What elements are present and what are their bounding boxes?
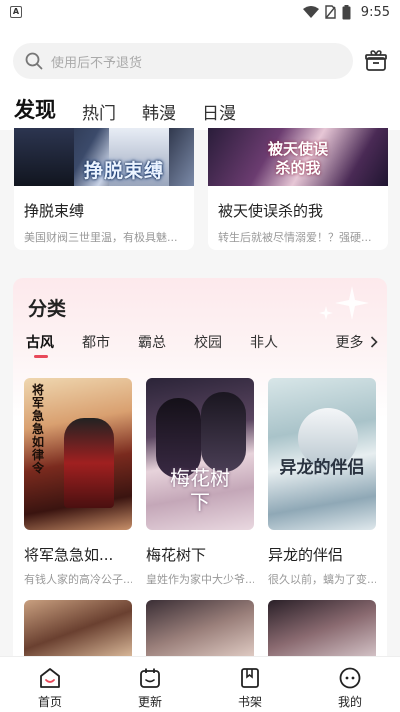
- category-tab-ceo[interactable]: 霸总: [138, 332, 166, 352]
- category-tab-nonhuman[interactable]: 非人: [250, 332, 278, 352]
- category-tab-campus[interactable]: 校园: [194, 332, 222, 352]
- comic-cover[interactable]: [146, 600, 254, 660]
- calendar-icon: [140, 668, 160, 688]
- featured-list: 挣脱束缚 挣脱束缚 美国财阀三世里温，有极具魅... 被天使误杀的我 被天使误杀…: [14, 128, 388, 250]
- tab-hot[interactable]: 热门: [82, 99, 116, 124]
- category-tabs: 古风 都市 霸总 校园 非人 更多: [26, 332, 378, 358]
- sparkle-decoration-icon: [335, 286, 369, 320]
- search-input[interactable]: 使用后不予退货: [13, 43, 353, 79]
- notification-app-icon: A: [10, 6, 22, 18]
- featured-cover-text: 被天使误杀的我: [267, 140, 328, 177]
- category-more-button[interactable]: 更多: [336, 332, 378, 352]
- profile-face-icon: [339, 667, 361, 689]
- battery-icon: [342, 4, 351, 19]
- category-tab-ancient[interactable]: 古风: [26, 332, 54, 358]
- comic-desc: 皇姓作为家中大少爷...: [146, 573, 254, 586]
- comic-title: 将军急急如...: [24, 546, 114, 564]
- header: 使用后不予退货 发现 热门 韩漫 日漫: [0, 24, 400, 132]
- comic-cover-text: 将军急急如律令: [32, 383, 45, 475]
- featured-cover: 被天使误杀的我: [208, 128, 388, 186]
- featured-cover-text: 挣脱束缚: [84, 160, 165, 182]
- nav-updates-label: 更新: [137, 695, 162, 709]
- category-heading: 分类: [28, 298, 67, 320]
- category-panel: 分类 古风 都市 霸总 校园 非人 更多 将军急急如律令 将军急急如... 有钱…: [13, 278, 387, 698]
- featured-cover: 挣脱束缚: [14, 128, 194, 186]
- search-icon: [25, 52, 43, 70]
- nav-home-label: 首页: [37, 695, 62, 709]
- nav-bookshelf[interactable]: 书架: [200, 657, 300, 712]
- featured-card[interactable]: 挣脱束缚 挣脱束缚 美国财阀三世里温，有极具魅...: [14, 128, 194, 250]
- featured-title: 被天使误杀的我: [218, 202, 324, 220]
- comic-cover: 将军急急如律令: [24, 378, 132, 530]
- clock: 9:55: [360, 4, 390, 20]
- featured-desc: 转生后就被尽情溺爱！？强硬...: [218, 231, 372, 244]
- gift-icon[interactable]: [364, 49, 388, 73]
- nav-bookshelf-label: 书架: [237, 695, 262, 709]
- comic-cover: 梅花树下: [146, 378, 254, 530]
- comic-title: 梅花树下: [146, 546, 207, 564]
- more-label: 更多: [335, 335, 364, 351]
- featured-title: 挣脱束缚: [24, 202, 85, 220]
- comic-cover-text: 梅花树下: [170, 466, 230, 514]
- comic-item[interactable]: 将军急急如律令 将军急急如... 有钱人家的高冷公子...: [24, 378, 132, 587]
- comic-cover[interactable]: [268, 600, 376, 660]
- comic-desc: 很久以前，螭为了变...: [268, 573, 376, 586]
- tab-japanese[interactable]: 日漫: [202, 99, 236, 124]
- nav-home[interactable]: 首页: [0, 657, 100, 712]
- comic-title: 异龙的伴侣: [268, 546, 344, 564]
- comic-cover-text: 异龙的伴侣: [279, 458, 365, 478]
- tab-discover[interactable]: 发现: [14, 94, 56, 132]
- wifi-icon: [302, 6, 319, 18]
- bottom-navigation: 首页 更新 书架 我的: [0, 656, 400, 712]
- comic-desc: 有钱人家的高冷公子...: [24, 573, 132, 586]
- search-placeholder: 使用后不予退货: [51, 55, 143, 71]
- comic-cover: 异龙的伴侣: [268, 378, 376, 530]
- chevron-right-icon: [370, 336, 378, 348]
- comic-cover[interactable]: [24, 600, 132, 660]
- category-tab-urban[interactable]: 都市: [82, 332, 110, 352]
- nav-updates[interactable]: 更新: [100, 657, 200, 712]
- main-tabs: 发现 热门 韩漫 日漫: [14, 94, 262, 132]
- sparkle-decoration-icon: [319, 306, 333, 320]
- home-icon: [40, 668, 60, 688]
- nav-profile-label: 我的: [337, 695, 362, 709]
- no-sim-icon: [325, 5, 336, 19]
- comic-item[interactable]: 梅花树下 梅花树下 皇姓作为家中大少爷...: [146, 378, 254, 587]
- featured-card[interactable]: 被天使误杀的我 被天使误杀的我 转生后就被尽情溺爱！？强硬...: [208, 128, 388, 250]
- nav-profile[interactable]: 我的: [300, 657, 400, 712]
- comic-item[interactable]: 异龙的伴侣 异龙的伴侣 很久以前，螭为了变...: [268, 378, 376, 587]
- status-bar: A 9:55: [0, 0, 400, 24]
- tab-korean[interactable]: 韩漫: [142, 99, 176, 124]
- featured-desc: 美国财阀三世里温，有极具魅...: [24, 231, 178, 244]
- bookmark-book-icon: [241, 668, 259, 688]
